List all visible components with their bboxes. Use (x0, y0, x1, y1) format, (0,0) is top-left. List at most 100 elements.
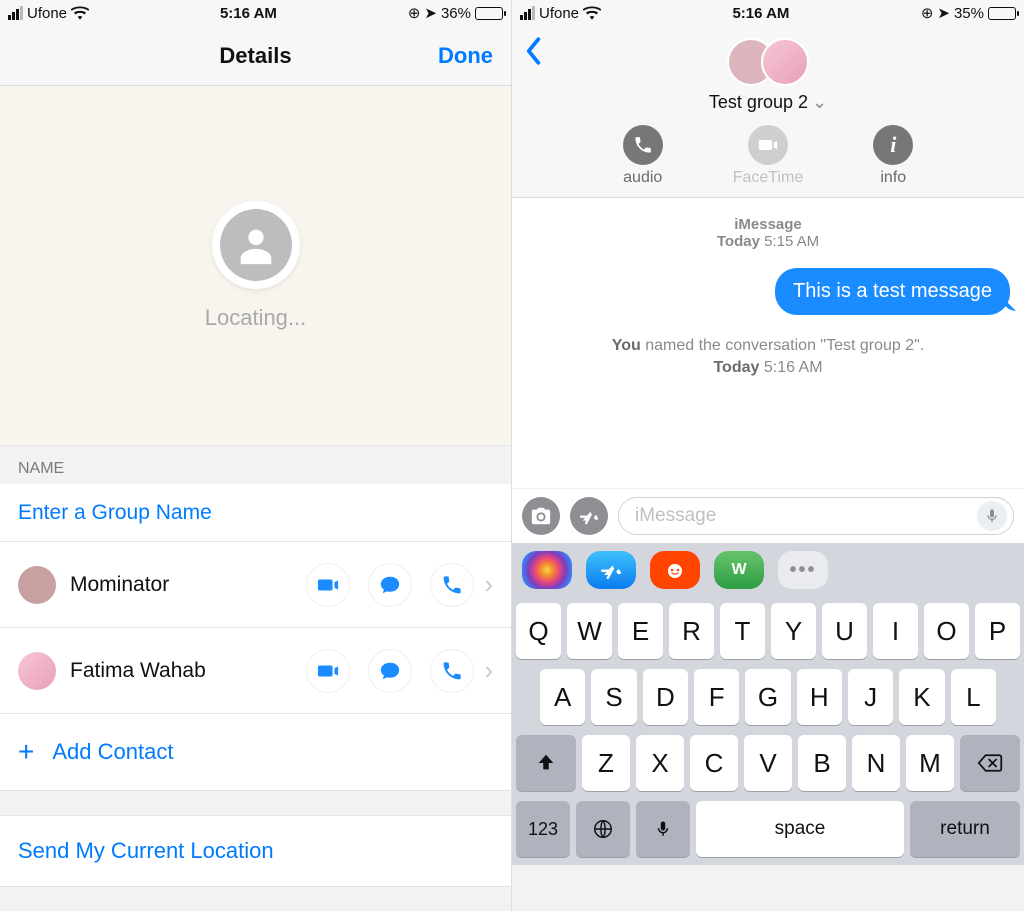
battery-icon (988, 7, 1016, 20)
key-l[interactable]: L (951, 669, 996, 725)
globe-icon (592, 818, 614, 840)
backspace-icon (977, 752, 1003, 774)
phone-button[interactable] (430, 649, 474, 693)
nav-header: Details Done (0, 26, 511, 86)
conversation-header: Test group 2 ⌄ audio FaceTime i info (512, 26, 1024, 198)
appstore-app[interactable] (586, 551, 636, 589)
key-q[interactable]: Q (516, 603, 561, 659)
contact-name: Fatima Wahab (70, 659, 306, 683)
appstore-icon (578, 505, 600, 527)
signal-icon (8, 6, 23, 20)
key-w[interactable]: W (567, 603, 612, 659)
chevron-right-icon: › (484, 655, 493, 686)
system-message: You named the conversation "Test group 2… (526, 335, 1010, 380)
avatar (761, 38, 809, 86)
backspace-key[interactable] (960, 735, 1020, 791)
battery-pct: 35% (954, 5, 984, 22)
key-m[interactable]: M (906, 735, 954, 791)
keyboard: QWERTYUIOP ASDFGHJKL ZXCVBNM 123 space r… (512, 597, 1024, 865)
conversation-title[interactable]: Test group 2 ⌄ (512, 92, 1024, 113)
send-location-button[interactable]: Send My Current Location (0, 815, 511, 887)
key-y[interactable]: Y (771, 603, 816, 659)
key-v[interactable]: V (744, 735, 792, 791)
keyboard-row-1: QWERTYUIOP (516, 603, 1020, 659)
more-apps[interactable]: ••• (778, 551, 828, 589)
key-t[interactable]: T (720, 603, 765, 659)
key-b[interactable]: B (798, 735, 846, 791)
globe-key[interactable] (576, 801, 630, 857)
contact-row[interactable]: Fatima Wahab › (0, 628, 511, 714)
key-g[interactable]: G (745, 669, 790, 725)
map-area: Locating... (0, 86, 511, 446)
facetime-button[interactable]: FaceTime (733, 125, 804, 187)
group-name-field[interactable]: Enter a Group Name (0, 484, 511, 542)
video-call-button[interactable] (306, 649, 350, 693)
wifi-icon (71, 6, 89, 20)
key-h[interactable]: H (797, 669, 842, 725)
key-i[interactable]: I (873, 603, 918, 659)
audio-label: audio (623, 169, 662, 187)
appstore-button[interactable] (570, 497, 608, 535)
key-s[interactable]: S (591, 669, 636, 725)
space-key[interactable]: space (696, 801, 904, 857)
key-f[interactable]: F (694, 669, 739, 725)
key-d[interactable]: D (643, 669, 688, 725)
contact-row[interactable]: Mominator › (0, 542, 511, 628)
key-n[interactable]: N (852, 735, 900, 791)
reddit-app[interactable] (650, 551, 700, 589)
location-icon: ➤ (937, 4, 950, 22)
key-j[interactable]: J (848, 669, 893, 725)
numbers-key[interactable]: 123 (516, 801, 570, 857)
key-k[interactable]: K (899, 669, 944, 725)
conversation-avatars[interactable] (512, 38, 1024, 86)
details-screen: Ufone 5:16 AM ⊕ ➤ 36% Details Done Locat… (0, 0, 512, 911)
shift-key[interactable] (516, 735, 576, 791)
info-button[interactable]: i info (873, 125, 913, 187)
video-call-button[interactable] (306, 563, 350, 607)
return-key[interactable]: return (910, 801, 1020, 857)
photos-app[interactable] (522, 551, 572, 589)
audio-call-button[interactable]: audio (623, 125, 663, 187)
plus-icon: + (18, 736, 34, 768)
info-label: info (880, 169, 906, 187)
message-thread[interactable]: iMessage Today 5:15 AM This is a test me… (512, 198, 1024, 488)
key-x[interactable]: X (636, 735, 684, 791)
clock: 5:16 AM (732, 5, 789, 22)
key-p[interactable]: P (975, 603, 1020, 659)
orientation-lock-icon: ⊕ (921, 4, 934, 22)
message-input-row: iMessage (512, 488, 1024, 543)
dictation-key[interactable] (636, 801, 690, 857)
done-button[interactable]: Done (438, 43, 493, 69)
location-icon: ➤ (424, 4, 437, 22)
camera-button[interactable] (522, 497, 560, 535)
phone-button[interactable] (430, 563, 474, 607)
back-button[interactable] (522, 36, 544, 71)
key-o[interactable]: O (924, 603, 969, 659)
send-location-label: Send My Current Location (18, 838, 493, 864)
clock: 5:16 AM (220, 5, 277, 22)
message-input[interactable]: iMessage (618, 497, 1014, 535)
shift-icon (535, 752, 557, 774)
mic-icon (654, 818, 672, 840)
keyboard-row-3: ZXCVBNM (516, 735, 1020, 791)
message-button[interactable] (368, 649, 412, 693)
key-r[interactable]: R (669, 603, 714, 659)
message-button[interactable] (368, 563, 412, 607)
page-title: Details (219, 43, 291, 69)
key-e[interactable]: E (618, 603, 663, 659)
key-c[interactable]: C (690, 735, 738, 791)
key-z[interactable]: Z (582, 735, 630, 791)
app-strip: W ••• (512, 543, 1024, 597)
key-u[interactable]: U (822, 603, 867, 659)
dictation-button[interactable] (977, 501, 1007, 531)
group-name-placeholder: Enter a Group Name (18, 501, 212, 525)
orientation-lock-icon: ⊕ (408, 4, 421, 22)
add-contact-button[interactable]: + Add Contact (0, 714, 511, 791)
sent-message-bubble[interactable]: This is a test message (775, 268, 1010, 315)
battery-pct: 36% (441, 5, 471, 22)
words-app[interactable]: W (714, 551, 764, 589)
signal-icon (520, 6, 535, 20)
status-bar: Ufone 5:16 AM ⊕ ➤ 36% (0, 0, 511, 26)
key-a[interactable]: A (540, 669, 585, 725)
person-silhouette-icon (233, 222, 279, 268)
